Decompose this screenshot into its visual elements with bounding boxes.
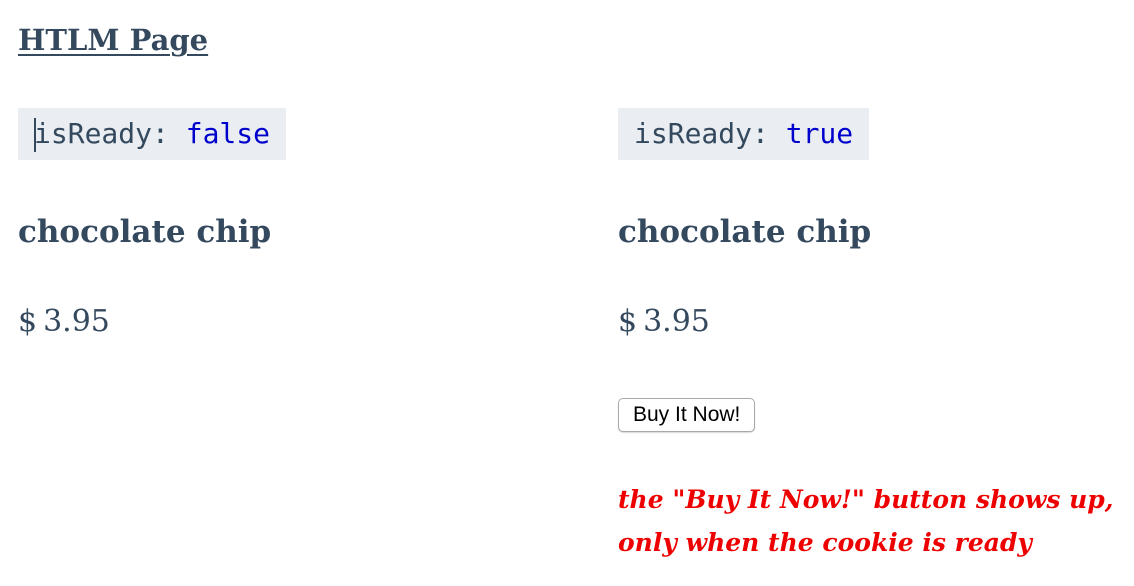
price-currency: $ — [618, 304, 638, 339]
price-amount: 3.95 — [643, 304, 710, 339]
note-line-1: the "Buy It Now!" button shows up, — [618, 485, 1114, 514]
is-ready-code-block: isReady: false — [18, 108, 287, 160]
price-currency: $ — [18, 304, 38, 339]
page-title-link[interactable]: HTLM Page — [18, 22, 208, 58]
product-price: $3.95 — [618, 302, 710, 342]
product-price: $3.95 — [18, 302, 110, 342]
price-amount: 3.95 — [43, 304, 110, 339]
ready-note: the "Buy It Now!" button shows up, only … — [618, 478, 1114, 564]
product-name: chocolate chip — [18, 214, 272, 250]
note-line-2: only when the cookie is ready — [618, 528, 1032, 557]
text-caret — [34, 118, 36, 152]
code-value: true — [785, 117, 854, 150]
code-key: isReady: — [34, 117, 169, 150]
product-name: chocolate chip — [618, 214, 872, 250]
product-card-ready: isReady: true chocolate chip $3.95 Buy I… — [618, 108, 1134, 557]
product-card-not-ready: isReady: false chocolate chip $3.95 — [18, 108, 538, 339]
code-key: isReady: — [634, 117, 769, 150]
code-value: false — [185, 117, 271, 150]
buy-it-now-button[interactable]: Buy It Now! — [618, 398, 756, 432]
is-ready-code-block: isReady: true — [618, 108, 870, 160]
